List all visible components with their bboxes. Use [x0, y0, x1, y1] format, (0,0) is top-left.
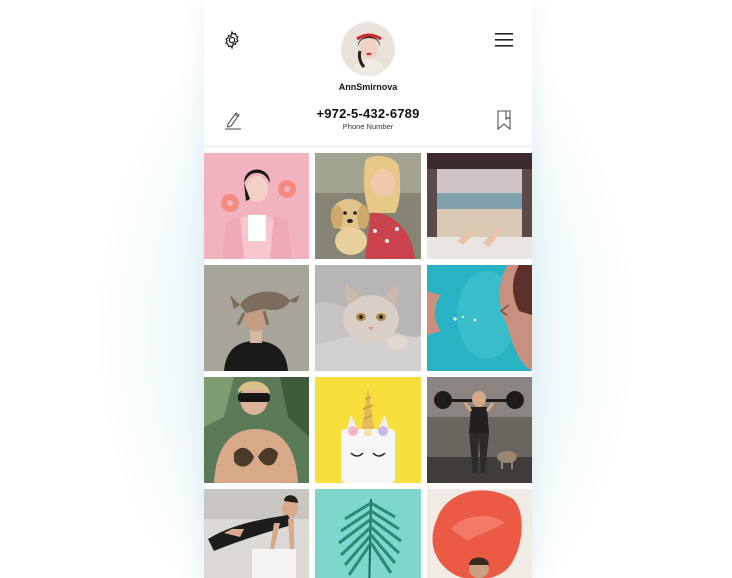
- username: AnnSmirnova: [338, 82, 398, 92]
- photo-tile[interactable]: [315, 265, 421, 371]
- photo-tile[interactable]: [315, 153, 421, 259]
- phone-number-label: Phone Number: [342, 122, 394, 131]
- photo-tile[interactable]: [315, 377, 421, 483]
- photo-tile[interactable]: [315, 489, 421, 578]
- phone-number: +972-5-432-6789: [316, 106, 420, 121]
- gear-icon[interactable]: [220, 28, 244, 52]
- photo-tile[interactable]: [427, 377, 532, 483]
- hamburger-menu-icon[interactable]: [492, 29, 516, 51]
- avatar[interactable]: [341, 22, 395, 76]
- photo-tile[interactable]: [204, 377, 309, 483]
- photo-tile[interactable]: [427, 265, 532, 371]
- phone-screen: AnnSmirnova +972-5-432-6789 Phone Number: [204, 0, 532, 578]
- photo-tile[interactable]: [427, 153, 532, 259]
- bookmark-icon[interactable]: [494, 108, 514, 132]
- photo-grid: [204, 153, 532, 578]
- photo-tile[interactable]: [204, 153, 309, 259]
- photo-tile[interactable]: [427, 489, 532, 578]
- photo-tile[interactable]: [204, 265, 309, 371]
- profile-header: AnnSmirnova +972-5-432-6789 Phone Number: [204, 0, 532, 147]
- photo-tile[interactable]: [204, 489, 309, 578]
